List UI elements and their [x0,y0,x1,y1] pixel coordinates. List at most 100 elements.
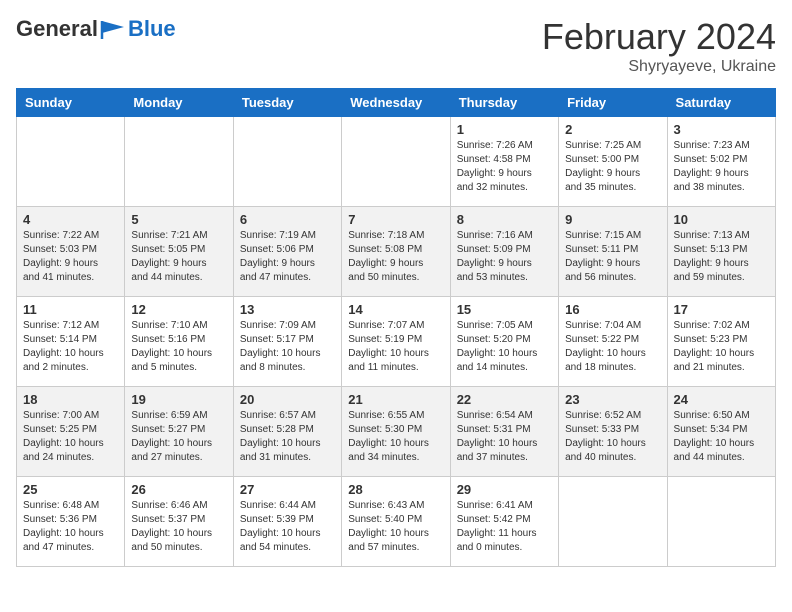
day-number: 2 [565,122,660,137]
calendar-cell: 9 Sunrise: 7:15 AM Sunset: 5:11 PM Daylig… [559,207,667,297]
day-info: Sunrise: 6:52 AM Sunset: 5:33 PM Dayligh… [565,409,660,465]
day-info: Sunrise: 6:54 AM Sunset: 5:31 PM Dayligh… [457,409,552,465]
day-number: 16 [565,302,660,317]
calendar-cell: 8 Sunrise: 7:16 AM Sunset: 5:09 PM Daylig… [450,207,558,297]
calendar-cell: 24 Sunrise: 6:50 AM Sunset: 5:34 PM Dayli… [667,387,775,477]
day-info: Sunrise: 7:22 AM Sunset: 5:03 PM Dayligh… [23,229,118,285]
calendar-week-4: 18 Sunrise: 7:00 AM Sunset: 5:25 PM Dayli… [17,387,776,477]
day-number: 9 [565,212,660,227]
calendar-cell: 16 Sunrise: 7:04 AM Sunset: 5:22 PM Dayli… [559,297,667,387]
calendar-cell: 19 Sunrise: 6:59 AM Sunset: 5:27 PM Dayli… [125,387,233,477]
header-day-monday: Monday [125,89,233,117]
day-info: Sunrise: 6:59 AM Sunset: 5:27 PM Dayligh… [131,409,226,465]
calendar-cell: 25 Sunrise: 6:48 AM Sunset: 5:36 PM Dayli… [17,477,125,567]
day-info: Sunrise: 6:41 AM Sunset: 5:42 PM Dayligh… [457,499,552,555]
day-info: Sunrise: 7:16 AM Sunset: 5:09 PM Dayligh… [457,229,552,285]
calendar-cell: 29 Sunrise: 6:41 AM Sunset: 5:42 PM Dayli… [450,477,558,567]
header-day-tuesday: Tuesday [233,89,341,117]
day-info: Sunrise: 7:04 AM Sunset: 5:22 PM Dayligh… [565,319,660,375]
calendar-cell: 7 Sunrise: 7:18 AM Sunset: 5:08 PM Daylig… [342,207,450,297]
calendar-cell: 15 Sunrise: 7:05 AM Sunset: 5:20 PM Dayli… [450,297,558,387]
logo: General Blue [16,16,176,42]
calendar-cell: 13 Sunrise: 7:09 AM Sunset: 5:17 PM Dayli… [233,297,341,387]
day-number: 28 [348,482,443,497]
day-number: 22 [457,392,552,407]
day-number: 26 [131,482,226,497]
calendar-cell: 18 Sunrise: 7:00 AM Sunset: 5:25 PM Dayli… [17,387,125,477]
calendar-week-1: 1Sunrise: 7:26 AM Sunset: 4:58 PM Daylig… [17,117,776,207]
title-block: February 2024 Shyryayeve, Ukraine [542,16,776,76]
calendar-cell [342,117,450,207]
day-number: 21 [348,392,443,407]
day-info: Sunrise: 7:05 AM Sunset: 5:20 PM Dayligh… [457,319,552,375]
day-info: Sunrise: 7:13 AM Sunset: 5:13 PM Dayligh… [674,229,769,285]
calendar-cell: 21Sunrise: 6:55 AM Sunset: 5:30 PM Dayli… [342,387,450,477]
calendar-cell: 20Sunrise: 6:57 AM Sunset: 5:28 PM Dayli… [233,387,341,477]
day-info: Sunrise: 7:10 AM Sunset: 5:16 PM Dayligh… [131,319,226,375]
calendar-cell: 2 Sunrise: 7:25 AM Sunset: 5:00 PM Daylig… [559,117,667,207]
day-number: 14 [348,302,443,317]
day-number: 4 [23,212,118,227]
calendar-cell: 23Sunrise: 6:52 AM Sunset: 5:33 PM Dayli… [559,387,667,477]
day-number: 1 [457,122,552,137]
day-info: Sunrise: 7:23 AM Sunset: 5:02 PM Dayligh… [674,139,769,195]
calendar-cell: 12 Sunrise: 7:10 AM Sunset: 5:16 PM Dayli… [125,297,233,387]
calendar-cell: 22 Sunrise: 6:54 AM Sunset: 5:31 PM Dayli… [450,387,558,477]
day-info: Sunrise: 7:00 AM Sunset: 5:25 PM Dayligh… [23,409,118,465]
day-info: Sunrise: 7:02 AM Sunset: 5:23 PM Dayligh… [674,319,769,375]
calendar-cell [667,477,775,567]
day-number: 13 [240,302,335,317]
day-info: Sunrise: 6:43 AM Sunset: 5:40 PM Dayligh… [348,499,443,555]
calendar-cell: 1Sunrise: 7:26 AM Sunset: 4:58 PM Daylig… [450,117,558,207]
day-number: 8 [457,212,552,227]
day-number: 7 [348,212,443,227]
day-number: 10 [674,212,769,227]
day-number: 5 [131,212,226,227]
calendar-week-5: 25 Sunrise: 6:48 AM Sunset: 5:36 PM Dayli… [17,477,776,567]
header-day-saturday: Saturday [667,89,775,117]
day-number: 25 [23,482,118,497]
day-number: 19 [131,392,226,407]
day-number: 3 [674,122,769,137]
day-info: Sunrise: 6:57 AM Sunset: 5:28 PM Dayligh… [240,409,335,465]
day-number: 12 [131,302,226,317]
header-day-wednesday: Wednesday [342,89,450,117]
day-number: 18 [23,392,118,407]
header-day-sunday: Sunday [17,89,125,117]
calendar-cell [17,117,125,207]
day-number: 27 [240,482,335,497]
day-number: 6 [240,212,335,227]
calendar-cell: 3 Sunrise: 7:23 AM Sunset: 5:02 PM Daylig… [667,117,775,207]
day-info: Sunrise: 6:50 AM Sunset: 5:34 PM Dayligh… [674,409,769,465]
calendar-cell: 6 Sunrise: 7:19 AM Sunset: 5:06 PM Daylig… [233,207,341,297]
day-number: 24 [674,392,769,407]
calendar-cell: 10 Sunrise: 7:13 AM Sunset: 5:13 PM Dayli… [667,207,775,297]
month-title: February 2024 [542,16,776,58]
calendar-cell: 14Sunrise: 7:07 AM Sunset: 5:19 PM Dayli… [342,297,450,387]
calendar-week-2: 4 Sunrise: 7:22 AM Sunset: 5:03 PM Daylig… [17,207,776,297]
day-number: 15 [457,302,552,317]
day-info: Sunrise: 6:44 AM Sunset: 5:39 PM Dayligh… [240,499,335,555]
day-info: Sunrise: 7:12 AM Sunset: 5:14 PM Dayligh… [23,319,118,375]
day-number: 11 [23,302,118,317]
day-number: 17 [674,302,769,317]
calendar-cell: 4 Sunrise: 7:22 AM Sunset: 5:03 PM Daylig… [17,207,125,297]
header-day-thursday: Thursday [450,89,558,117]
page-header: General Blue February 2024 Shyryayeve, U… [16,16,776,76]
location: Shyryayeve, Ukraine [542,58,776,76]
day-info: Sunrise: 7:25 AM Sunset: 5:00 PM Dayligh… [565,139,660,195]
calendar-cell [559,477,667,567]
day-info: Sunrise: 7:21 AM Sunset: 5:05 PM Dayligh… [131,229,226,285]
header-day-friday: Friday [559,89,667,117]
calendar-cell: 11 Sunrise: 7:12 AM Sunset: 5:14 PM Dayli… [17,297,125,387]
logo-blue: Blue [128,16,176,42]
calendar-header-row: SundayMondayTuesdayWednesdayThursdayFrid… [17,89,776,117]
day-info: Sunrise: 7:18 AM Sunset: 5:08 PM Dayligh… [348,229,443,285]
day-info: Sunrise: 6:48 AM Sunset: 5:36 PM Dayligh… [23,499,118,555]
day-info: Sunrise: 7:15 AM Sunset: 5:11 PM Dayligh… [565,229,660,285]
day-number: 29 [457,482,552,497]
calendar-cell: 17 Sunrise: 7:02 AM Sunset: 5:23 PM Dayli… [667,297,775,387]
day-info: Sunrise: 7:19 AM Sunset: 5:06 PM Dayligh… [240,229,335,285]
calendar-cell: 26Sunrise: 6:46 AM Sunset: 5:37 PM Dayli… [125,477,233,567]
day-info: Sunrise: 7:09 AM Sunset: 5:17 PM Dayligh… [240,319,335,375]
